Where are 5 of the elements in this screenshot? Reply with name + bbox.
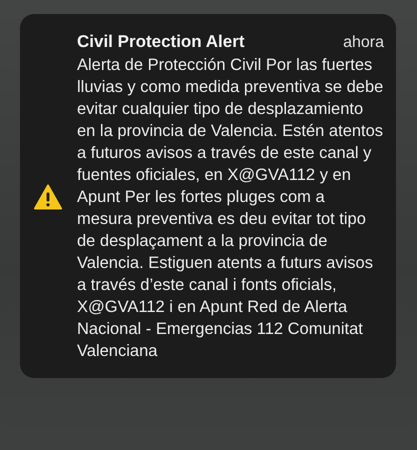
warning-icon: [34, 184, 62, 210]
timestamp: ahora: [343, 34, 384, 52]
alert-title: Civil Protection Alert: [77, 32, 245, 52]
alert-message: Alerta de Protección Civil Por las fuertes lluvias y como medida preventiva se debe evitar cualquier tipo de desplazamiento en la provincia de Valencia. Estén atentos a futuros avisos a través de este canal y fuentes oficiales, en X@GVA112 y en Apunt Per les fortes pluges com a mesura preventiva es deu evitar tot tipo de desplaçament a la provincia de Valencia. Estiguen atents a futurs avisos a través d’este canal i fonts oficials, X@GVA112 i en Apunt Red de Alerta Nacional - Emergencias 112 Comunitat Valenciana: [77, 55, 384, 362]
notification-card[interactable]: [20, 14, 396, 378]
